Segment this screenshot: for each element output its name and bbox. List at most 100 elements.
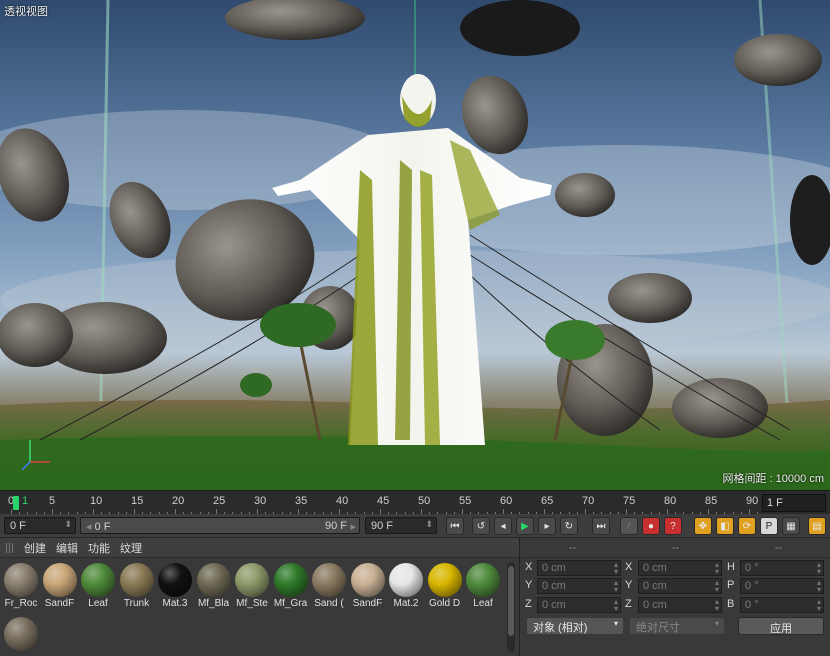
- coordinate-field[interactable]: 0 cm ▴ ▾: [638, 560, 722, 576]
- material-scrollbar[interactable]: [507, 562, 515, 652]
- stepper-icon[interactable]: ▴ ▾: [614, 579, 618, 594]
- tick-label: 5: [49, 495, 56, 507]
- axis-label: Y: [625, 579, 633, 591]
- axis-label: Y: [525, 579, 533, 591]
- material-swatch[interactable]: Leaf: [79, 562, 117, 616]
- stepper-icon[interactable]: ⬍: [64, 519, 72, 530]
- transport-bar: 0 F ⬍ ◂ 0 F 90 F ▸ 90 F ⬍ ⏮ ↺ ◂ ▶ ▸ ↻ ⏭ …: [0, 514, 830, 538]
- menu-texture[interactable]: 纹理: [120, 540, 142, 556]
- material-swatch[interactable]: [2, 616, 40, 656]
- end-frame-field[interactable]: 90 F ⬍: [365, 517, 437, 534]
- material-preview-icon: [4, 617, 38, 651]
- scrollbar-thumb[interactable]: [508, 566, 514, 636]
- material-swatch[interactable]: Mat.3: [156, 562, 194, 616]
- material-swatch[interactable]: SandF: [349, 562, 387, 616]
- stepper-icon[interactable]: ▴ ▾: [614, 561, 618, 576]
- size-mode-value: 绝对尺寸: [636, 622, 680, 634]
- coordinate-value: 0 °: [745, 599, 759, 611]
- end-frame-value: 90 F: [371, 520, 394, 532]
- material-label: SandF: [352, 598, 383, 609]
- stepper-icon[interactable]: ▴ ▾: [817, 579, 821, 594]
- material-swatch[interactable]: Mf_Bla: [195, 562, 233, 616]
- material-swatch[interactable]: Mf_Gra: [272, 562, 310, 616]
- stepper-icon[interactable]: ▴ ▾: [817, 561, 821, 576]
- material-preview-icon: [119, 563, 154, 597]
- start-frame-field[interactable]: 0 F ⬍: [4, 517, 76, 534]
- material-preview-icon: [350, 563, 385, 597]
- coordinate-value: 0 cm: [542, 580, 566, 592]
- slider-arrow-icon: ▸: [350, 521, 356, 533]
- tick-label: 30: [254, 495, 267, 507]
- next-frame-button[interactable]: ▸: [538, 517, 556, 535]
- tick-label: 10: [90, 495, 103, 507]
- material-swatch[interactable]: Mat.2: [387, 562, 425, 616]
- next-key-icon: ↻: [564, 520, 574, 532]
- coordinate-field[interactable]: 0 cm ▴ ▾: [638, 578, 722, 594]
- grid-icon: ▦: [786, 520, 796, 532]
- material-swatch[interactable]: Sand (: [310, 562, 348, 616]
- perspective-viewport[interactable]: 透视视图 网格间距 : 10000 cm: [0, 0, 830, 490]
- coordinate-field[interactable]: 0 ° ▴ ▾: [740, 597, 824, 613]
- scene-render: [0, 0, 830, 490]
- frame-ruler[interactable]: 0 5 10 15 20 25 30 35 40 45 50 55 60 65 70 75 80 85 90 1: [0, 491, 758, 515]
- material-swatch[interactable]: Fr_Roc: [2, 562, 40, 616]
- tick-label: 80: [664, 495, 677, 507]
- playhead-marker[interactable]: [13, 496, 19, 510]
- tick-label: 85: [705, 495, 718, 507]
- current-frame-field[interactable]: 1 F: [762, 494, 826, 512]
- panel-grip-icon[interactable]: [6, 542, 14, 553]
- coordinate-field[interactable]: 0 cm ▴ ▾: [638, 597, 722, 613]
- material-preview-icon: [158, 563, 192, 597]
- tick-label: 15: [131, 495, 144, 507]
- stepper-icon[interactable]: ▴ ▾: [817, 598, 821, 613]
- record-active-button[interactable]: ●: [642, 517, 660, 535]
- material-swatch[interactable]: Gold D: [426, 562, 464, 616]
- range-end-value: 90 F: [324, 520, 347, 532]
- tick-label: 25: [213, 495, 226, 507]
- position-key-button[interactable]: ✥: [694, 517, 712, 535]
- go-to-end-button[interactable]: ⏭: [592, 517, 610, 535]
- menu-create[interactable]: 创建: [24, 540, 46, 556]
- material-swatch[interactable]: Leaf: [464, 562, 502, 616]
- next-key-button[interactable]: ↻: [560, 517, 578, 535]
- tick-label: 90: [746, 495, 759, 507]
- tick-label: 40: [336, 495, 349, 507]
- stepper-icon[interactable]: ▴ ▾: [715, 561, 719, 576]
- timeline-toggle-button[interactable]: ▤: [808, 517, 826, 535]
- go-to-start-button[interactable]: ⏮: [446, 517, 464, 535]
- coordinate-value: 0 cm: [542, 562, 566, 574]
- coordinate-field[interactable]: 0 cm ▴ ▾: [537, 560, 621, 576]
- menu-function[interactable]: 功能: [88, 540, 110, 556]
- rotation-key-button[interactable]: ⟳: [738, 517, 756, 535]
- preview-range-slider[interactable]: ◂ 0 F 90 F ▸: [80, 517, 360, 534]
- record-keys-button[interactable]: ⁄: [620, 517, 638, 535]
- previous-key-button[interactable]: ↺: [472, 517, 490, 535]
- material-swatch[interactable]: SandF: [41, 562, 79, 616]
- coordinate-field[interactable]: 0 cm ▴ ▾: [537, 578, 621, 594]
- stepper-icon[interactable]: ▴ ▾: [715, 579, 719, 594]
- start-frame-value: 0 F: [10, 520, 26, 532]
- stepper-icon[interactable]: ▴ ▾: [715, 598, 719, 613]
- timeline-ruler[interactable]: 0 5 10 15 20 25 30 35 40 45 50 55 60 65 70 75 80 85 90 1 1 …: [0, 490, 830, 515]
- material-swatch[interactable]: Trunk: [118, 562, 156, 616]
- stepper-icon[interactable]: ▴ ▾: [614, 598, 618, 613]
- apply-button[interactable]: 应用: [738, 617, 824, 635]
- autokey-button[interactable]: ?: [664, 517, 682, 535]
- point-level-button[interactable]: ▦: [782, 517, 800, 535]
- material-label: Gold D: [428, 598, 461, 609]
- scale-key-button[interactable]: ◧: [716, 517, 734, 535]
- coordinate-field[interactable]: 0 ° ▴ ▾: [740, 560, 824, 576]
- coordinate-field[interactable]: 0 ° ▴ ▾: [740, 578, 824, 594]
- parameter-key-button[interactable]: P: [760, 517, 778, 535]
- material-menu-bar: 创建 编辑 功能 纹理: [0, 538, 519, 558]
- previous-frame-button[interactable]: ◂: [494, 517, 512, 535]
- menu-edit[interactable]: 编辑: [56, 540, 78, 556]
- material-label: Sand (: [314, 598, 344, 609]
- play-button[interactable]: ▶: [516, 517, 534, 535]
- material-label: Mf_Bla: [197, 598, 230, 609]
- coordinate-field[interactable]: 0 cm ▴ ▾: [537, 597, 621, 613]
- coordinate-mode-dropdown[interactable]: 对象 (相对) ▾: [527, 618, 623, 634]
- size-mode-dropdown[interactable]: 绝对尺寸 ▾: [630, 618, 724, 634]
- stepper-icon[interactable]: ⬍: [425, 519, 433, 530]
- material-swatch[interactable]: Mf_Ste: [233, 562, 271, 616]
